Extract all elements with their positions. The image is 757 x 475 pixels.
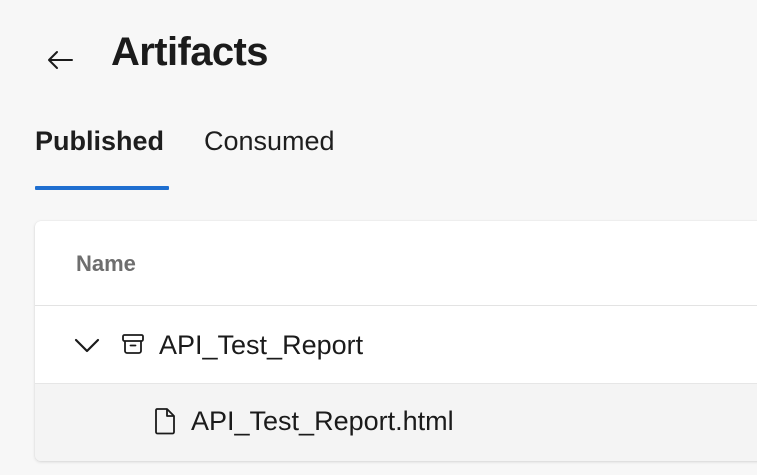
file-icon: [155, 408, 175, 435]
tab-bar: Published Consumed: [35, 120, 335, 190]
arrow-left-icon: [48, 51, 73, 69]
table-row-file[interactable]: API_Test_Report.html: [35, 384, 757, 461]
selected-tab-indicator: [35, 186, 169, 190]
column-header-name[interactable]: Name: [35, 221, 757, 306]
tab-consumed-label: Consumed: [204, 126, 335, 156]
artifact-name: API_Test_Report: [159, 330, 364, 360]
archive-icon: [122, 334, 144, 354]
chevron-down-icon[interactable]: [73, 334, 101, 356]
page-header: Artifacts: [0, 0, 757, 110]
tab-consumed[interactable]: Consumed: [204, 120, 335, 190]
back-button[interactable]: [40, 42, 80, 78]
tab-published[interactable]: Published: [35, 120, 169, 190]
page-title: Artifacts: [111, 30, 268, 74]
table-row-artifact[interactable]: API_Test_Report: [35, 306, 757, 384]
tab-published-label: Published: [35, 126, 165, 156]
file-name-link[interactable]: API_Test_Report.html: [191, 406, 454, 437]
artifacts-page: Artifacts Published Consumed Name API_Te…: [0, 0, 757, 475]
column-header-label: Name: [76, 251, 136, 276]
artifacts-table: Name API_Test_Report API_Test_Report.htm…: [35, 221, 757, 461]
